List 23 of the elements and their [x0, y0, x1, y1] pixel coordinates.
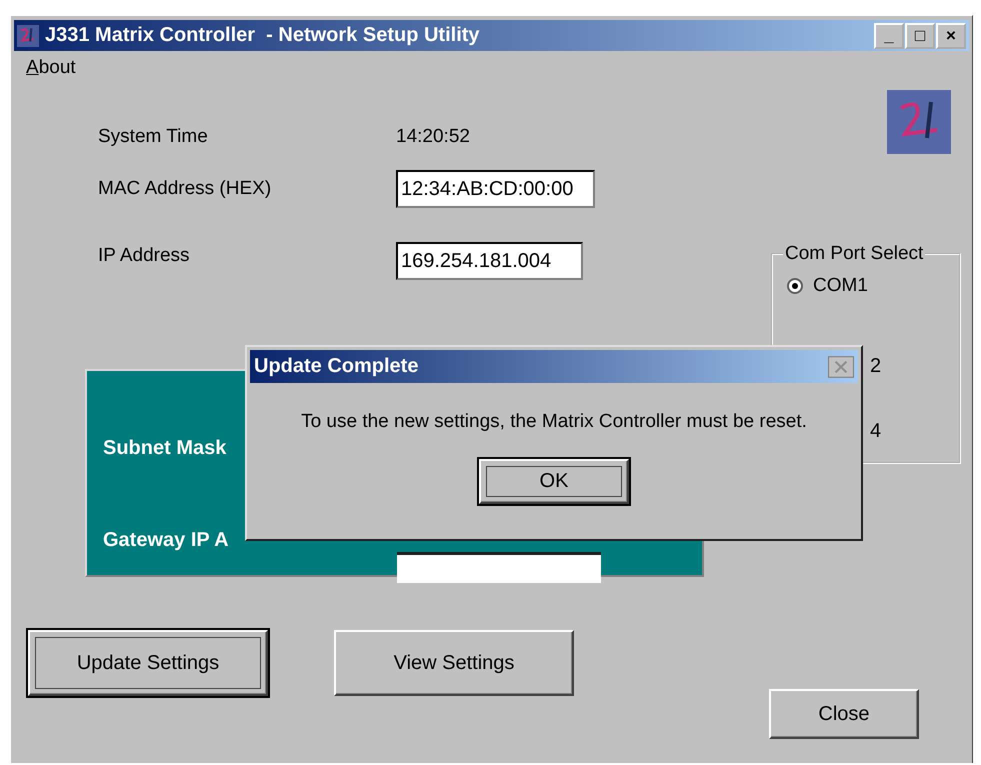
field-label: MAC Address (HEX)	[98, 178, 272, 200]
dialog-title: Update Complete	[254, 355, 418, 378]
field-label: System Time	[98, 126, 209, 148]
window-title: J331 Matrix Controller - Network Setup Utility	[45, 24, 480, 47]
time-value: 14:20:52	[396, 126, 470, 148]
input-field[interactable]: 169.254.181.004	[396, 242, 583, 280]
push-button[interactable]: Update Settings	[28, 630, 268, 696]
close-button[interactable]: Close	[769, 689, 919, 739]
ok-button[interactable]: OK	[479, 459, 629, 504]
close-button[interactable]: ×	[936, 22, 966, 48]
dialog-message: To use the new settings, the Matrix Controller must be reset.	[301, 411, 807, 433]
radio-label: 4	[870, 420, 882, 443]
push-button[interactable]: View Settings	[334, 630, 574, 696]
field-label: IP Address	[98, 245, 191, 267]
radio-label: 2	[870, 355, 882, 378]
input-field[interactable]: 12:34:AB:CD:00:00	[396, 170, 595, 208]
minimize-button[interactable]: _	[874, 22, 904, 48]
radio-button[interactable]: COM1	[787, 275, 868, 297]
field-label: Subnet Mask	[103, 437, 228, 460]
group-title: Com Port Select	[784, 243, 924, 265]
field-label: Gateway IP A	[103, 529, 229, 552]
menu-item[interactable]: About	[26, 57, 76, 79]
maximize-button[interactable]: □	[905, 22, 935, 48]
